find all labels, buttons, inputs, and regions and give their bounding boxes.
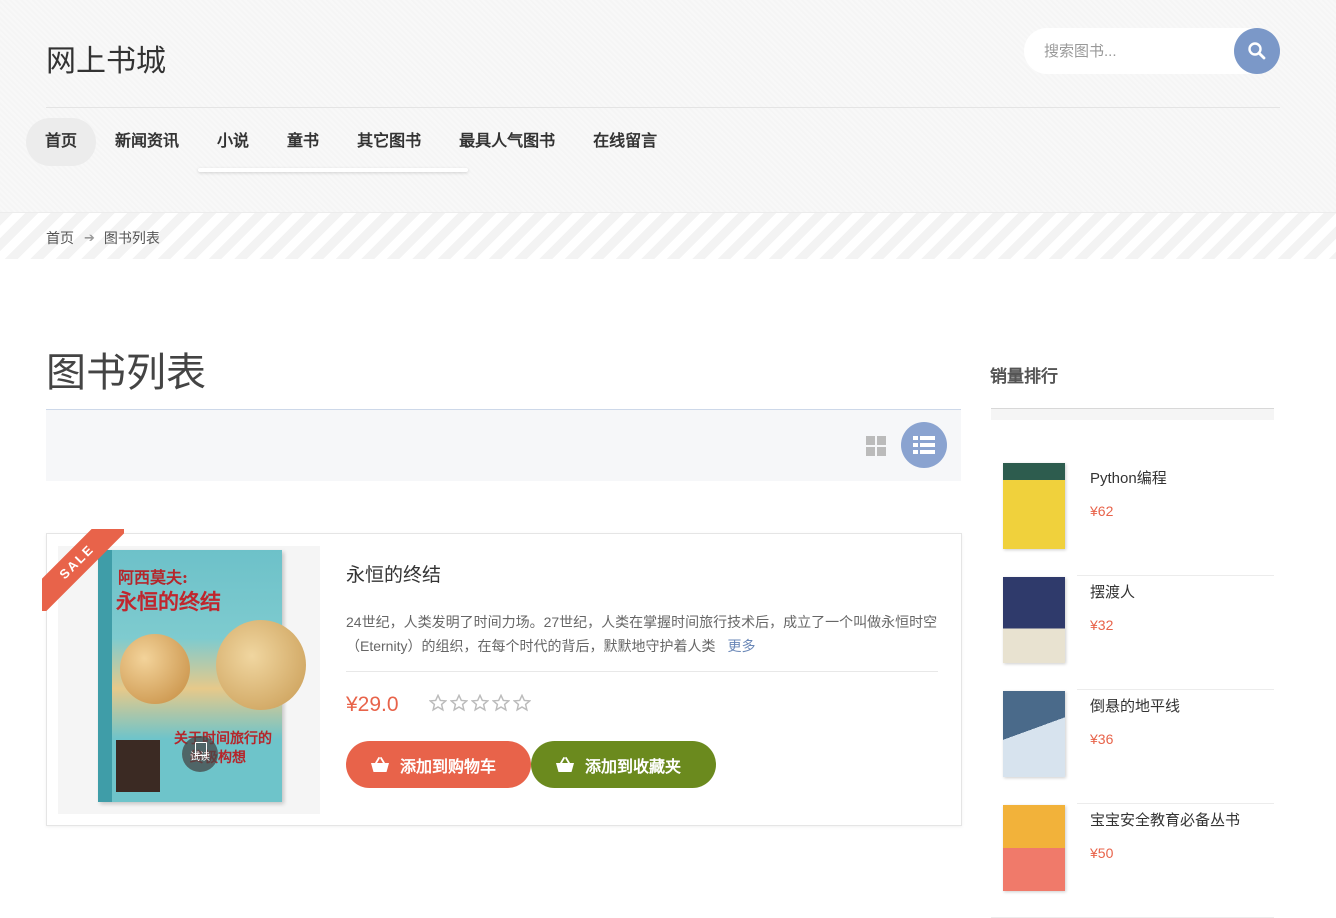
product-description-text: 24世纪，人类发明了时间力场。27世纪，人类在掌握时间旅行技术后，成立了一个叫做… <box>346 614 938 654</box>
header-divider <box>46 107 1280 108</box>
basket-icon <box>556 756 574 772</box>
add-to-cart-button[interactable]: 添加到购物车 <box>346 741 531 788</box>
arrow-right-icon: ➔ <box>84 230 95 245</box>
page-title: 图书列表 <box>46 351 206 395</box>
breadcrumb-current: 图书列表 <box>103 230 160 246</box>
bestseller-title[interactable]: Python编程 <box>1090 467 1167 488</box>
bestseller-item[interactable]: 倒悬的地平线 ¥36 <box>991 689 1274 804</box>
star-icon <box>450 694 468 712</box>
bestseller-title[interactable]: 倒悬的地平线 <box>1090 695 1180 716</box>
nav-dropdown-indicator <box>198 168 468 172</box>
sidebar-divider <box>991 408 1274 420</box>
nav-item-home[interactable]: 首页 <box>26 118 97 166</box>
bestseller-price: ¥50 <box>1090 845 1114 861</box>
search-bar <box>1024 28 1280 74</box>
star-icon <box>429 694 447 712</box>
add-to-favorites-label: 添加到收藏夹 <box>585 758 682 776</box>
search-button[interactable] <box>1234 28 1280 74</box>
search-input[interactable] <box>1024 28 1254 74</box>
nav-item-guestbook[interactable]: 在线留言 <box>574 118 676 166</box>
grid-icon <box>866 436 875 445</box>
site-header: 网上书城 首页 新闻资讯 小说 童书 其它图书 最具人气图书 在线留言 <box>0 0 1336 213</box>
rating-stars[interactable] <box>429 694 531 712</box>
nav-item-childrens-books[interactable]: 童书 <box>268 118 338 166</box>
add-to-favorites-button[interactable]: 添加到收藏夹 <box>531 741 716 788</box>
nav-item-other-books[interactable]: 其它图书 <box>338 118 440 166</box>
star-icon <box>492 694 510 712</box>
list-icon <box>913 436 935 454</box>
bestseller-price: ¥62 <box>1090 503 1114 519</box>
book-icon <box>195 742 207 756</box>
bestseller-thumbnail[interactable] <box>991 461 1077 561</box>
list-toolbar <box>46 409 961 481</box>
bestseller-title[interactable]: 摆渡人 <box>1090 581 1135 602</box>
bestseller-thumbnail[interactable] <box>991 689 1077 789</box>
bestseller-thumbnail[interactable] <box>991 575 1077 675</box>
star-icon <box>513 694 531 712</box>
bestseller-item[interactable]: Python编程 ¥62 <box>991 461 1274 576</box>
search-icon <box>1248 42 1266 60</box>
grid-view-button[interactable] <box>866 436 886 456</box>
cover-author-photo <box>116 740 160 792</box>
list-view-button[interactable] <box>901 422 947 468</box>
bestseller-item[interactable]: 摆渡人 ¥32 <box>991 575 1274 690</box>
nav-item-popular-books[interactable]: 最具人气图书 <box>440 118 574 166</box>
star-icon <box>471 694 489 712</box>
breadcrumb: 首页 ➔ 图书列表 <box>46 228 160 248</box>
main-nav: 首页 新闻资讯 小说 童书 其它图书 最具人气图书 在线留言 <box>26 118 676 166</box>
product-title[interactable]: 永恒的终结 <box>346 560 441 587</box>
sidebar-title: 销量排行 <box>990 367 1058 386</box>
product-description: 24世纪，人类发明了时间力场。27世纪，人类在掌握时间旅行技术后，成立了一个叫做… <box>346 610 938 658</box>
product-price: ¥29.0 <box>346 693 399 716</box>
bestseller-item[interactable]: 宝宝安全教育必备丛书 ¥50 <box>991 803 1274 918</box>
more-link[interactable]: 更多 <box>727 638 755 654</box>
bestseller-title[interactable]: 宝宝安全教育必备丛书 <box>1090 809 1240 830</box>
cover-author-text: 阿西莫夫: <box>118 568 188 587</box>
cover-title-text: 永恒的终结 <box>116 589 221 614</box>
sale-ribbon: SALE <box>42 529 124 611</box>
add-to-cart-label: 添加到购物车 <box>400 758 497 776</box>
card-divider <box>346 671 938 672</box>
nav-item-novels[interactable]: 小说 <box>198 118 268 166</box>
product-card: 阿西莫夫: 永恒的终结 关于时间旅行的 终极构想 试读 SALE 永恒的终结 2… <box>42 529 962 826</box>
bestseller-thumbnail[interactable] <box>991 803 1077 903</box>
sale-badge: SALE <box>42 529 124 611</box>
breadcrumb-band <box>0 213 1336 259</box>
bestseller-price: ¥32 <box>1090 617 1114 633</box>
bestseller-price: ¥36 <box>1090 731 1114 747</box>
basket-icon <box>371 756 389 772</box>
try-read-button[interactable]: 试读 <box>182 736 218 772</box>
site-logo[interactable]: 网上书城 <box>46 36 166 80</box>
nav-item-news[interactable]: 新闻资讯 <box>96 118 198 166</box>
breadcrumb-home[interactable]: 首页 <box>46 228 74 248</box>
